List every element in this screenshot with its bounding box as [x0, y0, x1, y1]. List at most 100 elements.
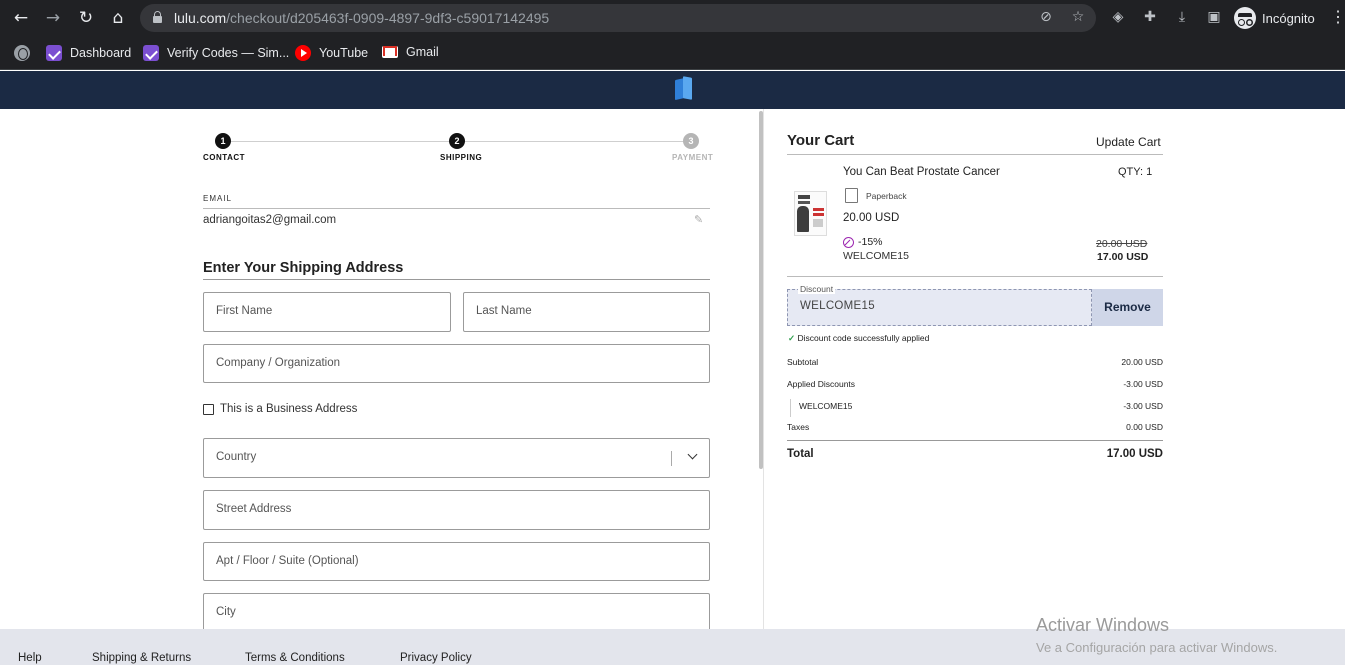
country-select[interactable]: Country: [203, 438, 710, 478]
site-header: [0, 71, 1345, 109]
home-icon[interactable]: ⌂: [107, 7, 129, 29]
select-separator: [671, 451, 672, 466]
step-3-dot: 3: [683, 133, 699, 149]
apt-input[interactable]: Apt / Floor / Suite (Optional): [203, 542, 710, 581]
discount-code-value: -3.00 USD: [1123, 401, 1163, 411]
purple-check-icon: [143, 45, 159, 61]
discount-field-label: Discount: [798, 284, 836, 294]
subtotal-row: Subtotal 20.00 USD: [787, 357, 1163, 371]
incognito-badge[interactable]: Incógnito: [1234, 6, 1315, 30]
remove-discount-button[interactable]: Remove: [1092, 289, 1163, 326]
taxes-value: 0.00 USD: [1126, 422, 1163, 432]
step-3-label: PAYMENT: [672, 153, 714, 162]
edit-pencil-icon[interactable]: ✎: [694, 214, 706, 226]
street-placeholder: Street Address: [216, 503, 292, 515]
discount-code-label: WELCOME15: [799, 401, 853, 411]
discount-success-message: ✓ Discount code successfully applied: [788, 333, 929, 344]
windows-activation-title: Activar Windows: [1036, 615, 1170, 635]
item-old-price: 20.00 USD: [1096, 238, 1148, 250]
bookmarks-bar: Dashboard Verify Codes — Sim... YouTube …: [0, 36, 1345, 70]
forward-arrow-icon[interactable]: →: [42, 7, 64, 29]
step-2-label[interactable]: SHIPPING: [440, 153, 482, 162]
column-divider: [763, 109, 764, 629]
windows-activation-subtitle: Ve a Configuración para activar Windows.: [1036, 640, 1278, 655]
first-name-placeholder: First Name: [216, 305, 273, 317]
back-arrow-icon[interactable]: ←: [10, 7, 32, 29]
cart-item-divider: [787, 276, 1163, 277]
last-name-input[interactable]: Last Name: [463, 292, 710, 332]
step-1-dot[interactable]: 1: [215, 133, 231, 149]
bookmark-gmail[interactable]: Gmail: [382, 45, 439, 59]
reload-icon[interactable]: ↻: [75, 7, 97, 29]
cart-title: Your Cart: [787, 132, 855, 149]
browser-toolbar: ← → ↻ ⌂ lulu.com/checkout/d205463f-0909-…: [0, 0, 1345, 36]
country-placeholder: Country: [216, 451, 257, 463]
total-value: 17.00 USD: [1106, 448, 1163, 460]
applied-discounts-row: Applied Discounts -3.00 USD: [787, 379, 1163, 393]
check-icon: ✓: [788, 333, 796, 343]
chevron-down-icon[interactable]: [687, 449, 698, 460]
city-placeholder: City: [216, 606, 236, 618]
shield-icon[interactable]: ◈: [1109, 8, 1127, 26]
first-name-input[interactable]: First Name: [203, 292, 451, 332]
footer-link-help[interactable]: Help: [18, 652, 42, 664]
bookmark-dashboard[interactable]: Dashboard: [46, 45, 131, 61]
footer-link-privacy[interactable]: Privacy Policy: [400, 652, 472, 664]
menu-kebab-icon[interactable]: ⋮: [1330, 9, 1345, 27]
item-discount-code: WELCOME15: [843, 250, 909, 262]
discount-tag-icon: [843, 237, 854, 248]
taxes-row: Taxes 0.00 USD: [787, 422, 1163, 436]
update-cart-link[interactable]: Update Cart: [1096, 135, 1161, 149]
total-divider: [787, 440, 1163, 441]
total-label: Total: [787, 448, 814, 460]
business-address-label[interactable]: This is a Business Address: [220, 403, 357, 415]
book-cover-thumbnail: [794, 191, 827, 236]
shipping-title: Enter Your Shipping Address: [203, 260, 404, 276]
side-panel-icon[interactable]: ▣: [1205, 8, 1223, 26]
last-name-placeholder: Last Name: [476, 305, 532, 317]
footer-link-shipping-returns[interactable]: Shipping & Returns: [92, 652, 191, 664]
item-format: Paperback: [866, 191, 907, 201]
business-address-checkbox[interactable]: [203, 404, 214, 415]
star-icon[interactable]: ☆: [1069, 8, 1087, 26]
subtotal-label: Subtotal: [787, 357, 819, 367]
item-discount-pct: -15%: [858, 236, 883, 248]
taxes-label: Taxes: [787, 422, 810, 432]
email-divider: [203, 208, 710, 209]
globe-icon: [14, 45, 30, 61]
bookmark-verify-codes[interactable]: Verify Codes — Sim...: [143, 45, 289, 61]
item-title: You Can Beat Prostate Cancer: [843, 166, 1000, 178]
shipping-title-divider: [203, 279, 710, 280]
item-qty: QTY: 1: [1118, 166, 1153, 178]
step-2-dot[interactable]: 2: [449, 133, 465, 149]
discount-success-text: Discount code successfully applied: [797, 333, 930, 343]
total-row: Total 17.00 USD: [787, 448, 1163, 464]
apt-placeholder: Apt / Floor / Suite (Optional): [216, 555, 359, 567]
youtube-icon: [295, 45, 311, 61]
city-input[interactable]: City: [203, 593, 710, 633]
eye-slash-icon[interactable]: ⊘: [1037, 8, 1055, 26]
purple-check-icon: [46, 45, 62, 61]
applied-discounts-value: -3.00 USD: [1123, 379, 1163, 389]
bookmark-youtube[interactable]: YouTube: [295, 45, 368, 61]
incognito-icon: [1234, 7, 1256, 29]
discount-field-value[interactable]: WELCOME15: [800, 300, 875, 312]
url-text[interactable]: lulu.com/checkout/d205463f-0909-4897-9df…: [174, 10, 549, 26]
step-1-label[interactable]: CONTACT: [203, 153, 245, 162]
bookmark-apps[interactable]: [14, 45, 30, 61]
email-value: adriangoitas2@gmail.com: [203, 214, 337, 226]
puzzle-icon[interactable]: ✚: [1141, 8, 1159, 26]
lock-icon[interactable]: [153, 11, 162, 23]
footer-link-terms[interactable]: Terms & Conditions: [245, 652, 345, 664]
gmail-icon: [382, 46, 398, 58]
company-input[interactable]: Company / Organization: [203, 344, 710, 383]
download-icon[interactable]: ⤓: [1173, 8, 1191, 26]
street-address-input[interactable]: Street Address: [203, 490, 710, 530]
applied-discounts-label: Applied Discounts: [787, 379, 856, 389]
email-label: EMAIL: [203, 194, 233, 203]
item-new-price: 17.00 USD: [1097, 251, 1149, 263]
company-placeholder: Company / Organization: [216, 357, 341, 369]
lulu-logo-icon[interactable]: [675, 76, 693, 101]
discount-code-row: WELCOME15 -3.00 USD: [787, 401, 1163, 415]
subtotal-value: 20.00 USD: [1121, 357, 1163, 367]
